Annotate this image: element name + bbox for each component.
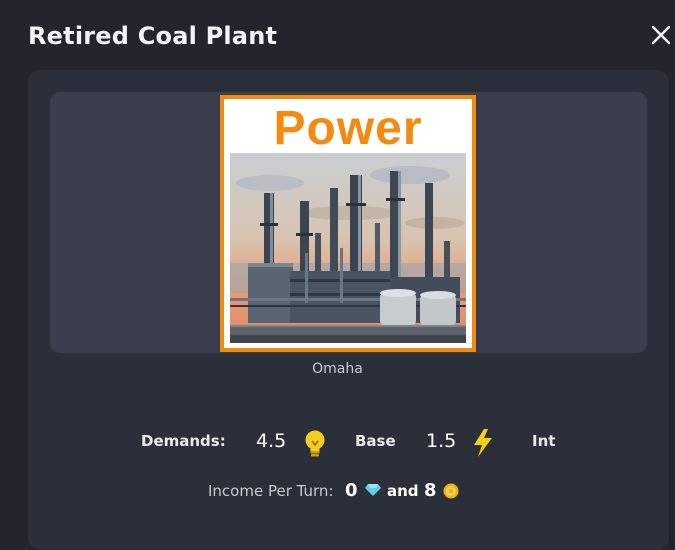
gem-icon: [365, 484, 381, 496]
power-card: Power: [220, 95, 476, 352]
card-label: Power: [273, 102, 423, 155]
and-label: and: [387, 482, 419, 500]
demands-value: 4.5: [256, 430, 287, 452]
demands-label: Demands:: [141, 432, 226, 450]
lightbulb-icon: [305, 430, 325, 457]
coin-value: 8: [424, 480, 437, 501]
income-label: Income Per Turn:: [208, 482, 334, 500]
base-label: Base: [355, 432, 396, 450]
gem-value: 0: [345, 480, 358, 501]
dialog-title: Retired Coal Plant: [28, 22, 278, 50]
power-plant-illustration: [230, 153, 466, 343]
coin-icon: [443, 483, 459, 499]
close-icon[interactable]: [648, 22, 674, 48]
int-label: Int: [532, 432, 556, 450]
lightning-bolt-icon: [474, 429, 492, 457]
base-value: 1.5: [426, 430, 457, 452]
location-label: Omaha: [312, 361, 363, 377]
